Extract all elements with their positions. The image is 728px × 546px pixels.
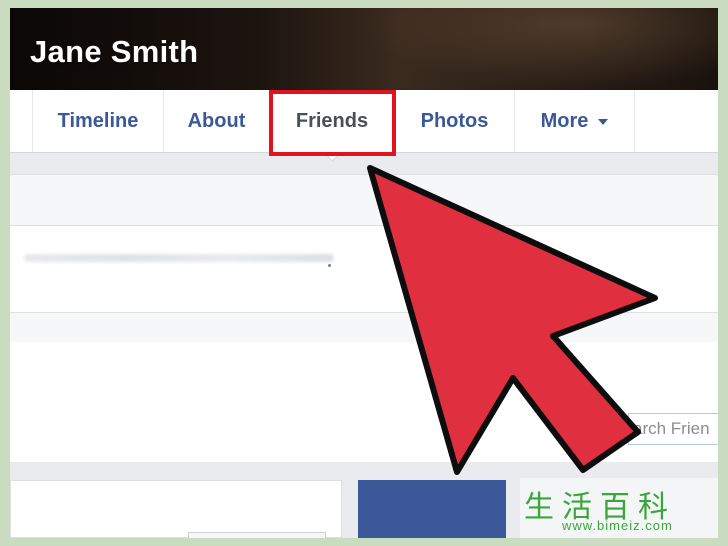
pointer-arrow-icon (367, 165, 658, 475)
arrow-shape (367, 165, 658, 475)
